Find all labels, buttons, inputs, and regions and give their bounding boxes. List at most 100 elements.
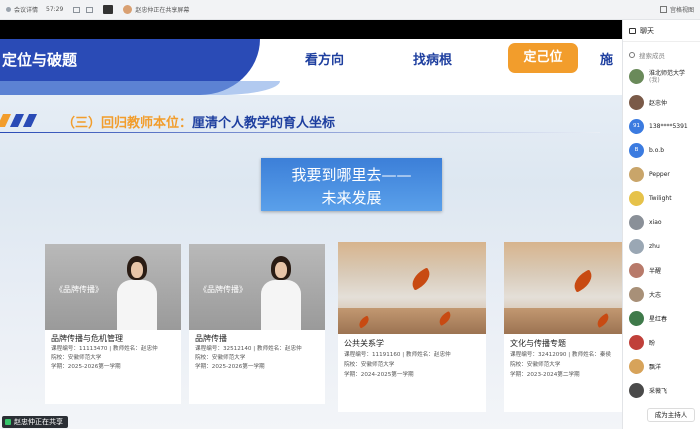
slide-nav-item: 找病根 bbox=[413, 53, 453, 68]
member-avatar: B bbox=[629, 143, 644, 158]
banner-line-2: 未来发展 bbox=[321, 189, 382, 207]
member-item[interactable]: 星红春 bbox=[629, 311, 667, 326]
course-thumbnail bbox=[338, 242, 486, 334]
popout-icon[interactable] bbox=[86, 6, 94, 13]
thumbnail-caption: 《品牌传播》 bbox=[55, 285, 103, 294]
member-avatar bbox=[629, 263, 644, 278]
course-code: 课程编号：32412090 | 教师姓名：秦侯 bbox=[510, 352, 612, 358]
signal-icon[interactable] bbox=[73, 6, 81, 13]
course-term: 学期：2025-2026第一学期 bbox=[51, 364, 121, 370]
course-school: 院校：安徽师范大学 bbox=[51, 355, 102, 361]
member-name: 138****5391 bbox=[649, 123, 688, 130]
member-item[interactable]: xiao bbox=[629, 215, 662, 230]
course-code: 课程编号：32512140 | 教师姓名：赵忠仲 bbox=[195, 346, 302, 352]
share-screen-icon bbox=[5, 419, 11, 425]
teacher-photo bbox=[115, 256, 159, 330]
course-code: 课程编号：11113470 | 教师姓名：赵忠仲 bbox=[51, 346, 158, 352]
member-item[interactable]: 91 138****5391 bbox=[629, 119, 688, 134]
meeting-info-icon bbox=[6, 7, 11, 12]
member-item[interactable]: zhu bbox=[629, 239, 660, 254]
shared-screen: 定位与破题 看方向 找病根 定己位 施 （三）回归教师本位：厘清个人教学的育人坐… bbox=[0, 20, 622, 429]
course-card: 公共关系学 课程编号：11191160 | 教师姓名：赵忠仲 院校：安徽师范大学… bbox=[338, 242, 486, 412]
layout-label: 宫格视图 bbox=[669, 7, 694, 14]
slide-banner: 我要到哪里去—— 未来发展 bbox=[261, 158, 442, 211]
member-item[interactable]: Pepper bbox=[629, 167, 670, 182]
slide-nav-active: 定己位 bbox=[508, 43, 578, 73]
member-name: 淮北师范大学 bbox=[649, 69, 686, 77]
subheading-prefix: （三）回归教师本位： bbox=[62, 116, 193, 131]
member-avatar bbox=[629, 239, 644, 254]
member-item[interactable]: 淮北师范大学 (我) bbox=[629, 69, 685, 84]
member-name: 采薇飞 bbox=[649, 388, 668, 395]
slide-nav-item: 看方向 bbox=[305, 53, 345, 68]
course-school: 院校：安徽师范大学 bbox=[344, 362, 395, 368]
member-avatar bbox=[629, 191, 644, 206]
course-card: 文化与传播专题 课程编号：32412090 | 教师姓名：秦侯 院校：安徽师范大… bbox=[504, 242, 622, 412]
member-item[interactable]: B b.o.b bbox=[629, 143, 664, 158]
layout-switch-button[interactable]: 宫格视图 bbox=[659, 5, 694, 14]
member-item[interactable]: 盼 bbox=[629, 335, 655, 350]
slide-nav-item-cut: 施 bbox=[600, 53, 614, 68]
course-thumbnail: 《品牌传播》 bbox=[45, 244, 181, 330]
member-avatar bbox=[629, 167, 644, 182]
member-avatar bbox=[629, 335, 644, 350]
member-item[interactable]: 赵忠仲 bbox=[629, 95, 667, 110]
member-name: 大志 bbox=[649, 292, 662, 299]
sharing-status-text: 赵忠仲正在共享 bbox=[14, 418, 63, 426]
search-placeholder: 搜索成员 bbox=[639, 52, 665, 60]
member-name: Pepper bbox=[649, 171, 670, 178]
member-name: 盼 bbox=[649, 340, 656, 347]
grid-icon bbox=[659, 6, 667, 13]
course-title: 公共关系学 bbox=[344, 339, 384, 348]
member-item[interactable]: 采薇飞 bbox=[629, 383, 667, 398]
search-icon bbox=[629, 52, 635, 58]
member-name: 飘洋 bbox=[649, 364, 662, 371]
chat-panel-title: 聊天 bbox=[640, 26, 654, 35]
become-host-button[interactable]: 成为主持人 bbox=[647, 408, 695, 422]
course-school: 院校：安徽师范大学 bbox=[195, 355, 246, 361]
member-avatar bbox=[629, 311, 644, 326]
app-logo-icon bbox=[103, 5, 114, 14]
course-thumbnail: 《品牌传播》 bbox=[189, 244, 325, 330]
member-avatar: 91 bbox=[629, 119, 644, 134]
member-item[interactable]: 大志 bbox=[629, 287, 661, 302]
slide-top-bar bbox=[0, 20, 622, 39]
slide-subheading: （三）回归教师本位：厘清个人教学的育人坐标 bbox=[0, 110, 622, 132]
member-avatar bbox=[629, 95, 644, 110]
member-name: xiao bbox=[649, 219, 662, 226]
banner-line-1: 我要到哪里去—— bbox=[291, 166, 412, 184]
member-search-input[interactable]: 搜索成员 bbox=[629, 48, 696, 62]
presenter-status: 赵忠仲正在共享屏幕 bbox=[135, 7, 190, 14]
member-item[interactable]: 飘洋 bbox=[629, 359, 661, 374]
sharing-status-badge[interactable]: 赵忠仲正在共享 bbox=[2, 416, 68, 428]
thumbnail-caption: 《品牌传播》 bbox=[199, 285, 247, 294]
course-card: 《品牌传播》 品牌传播 课程编号：32512140 | 教师姓名：赵忠仲 院校：… bbox=[189, 244, 325, 404]
course-title: 品牌传播 bbox=[195, 334, 227, 343]
course-term: 学期：2023-2024第二学期 bbox=[510, 372, 580, 378]
course-school: 院校：安徽师范大学 bbox=[510, 362, 561, 368]
member-avatar bbox=[629, 383, 644, 398]
presenter-avatar bbox=[123, 5, 133, 14]
member-name: 半醒 bbox=[649, 268, 662, 275]
course-title: 文化与传播专题 bbox=[510, 339, 566, 348]
course-thumbnail bbox=[504, 242, 622, 334]
member-avatar bbox=[629, 69, 644, 84]
meeting-info[interactable]: 会议详情 bbox=[6, 5, 38, 14]
member-self-tag: (我) bbox=[649, 76, 660, 84]
chat-panel: 聊天 搜索成员 淮北师范大学 (我) 赵忠仲 91 138****5391 B … bbox=[622, 20, 700, 429]
slide-section-title: 定位与破题 bbox=[2, 51, 78, 69]
member-item[interactable]: Twilight bbox=[629, 191, 672, 206]
leaf-image bbox=[407, 267, 435, 291]
course-title: 品牌传播与危机管理 bbox=[51, 334, 123, 343]
meeting-timer: 57:29 bbox=[46, 6, 64, 13]
member-avatar bbox=[629, 215, 644, 230]
subheading-text: 厘清个人教学的育人坐标 bbox=[192, 116, 336, 131]
meeting-topbar: 会议详情 57:29 赵忠仲正在共享屏幕 宫格视图 bbox=[0, 0, 700, 20]
app-label: 会议详情 bbox=[14, 7, 39, 14]
course-term: 学期：2024-2025第一学期 bbox=[344, 372, 414, 378]
divider-line bbox=[0, 132, 600, 133]
member-item[interactable]: 半醒 bbox=[629, 263, 661, 278]
course-term: 学期：2025-2026第一学期 bbox=[195, 364, 265, 370]
member-name: 赵忠仲 bbox=[649, 100, 668, 107]
member-name: 星红春 bbox=[649, 316, 668, 323]
